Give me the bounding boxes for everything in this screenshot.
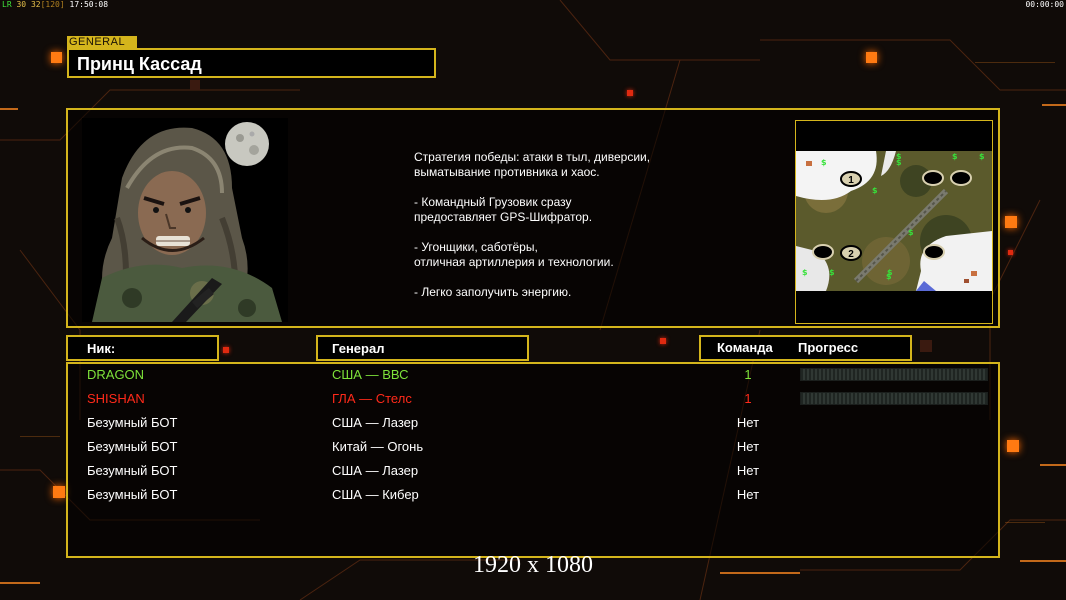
- column-team-label: Команда: [717, 340, 773, 355]
- hud-fps: 30: [16, 0, 27, 9]
- supply-dollar-icon: $: [896, 158, 902, 167]
- player-team: Нет: [736, 463, 760, 478]
- player-team: Нет: [736, 487, 760, 502]
- start-position-empty[interactable]: [950, 170, 972, 186]
- decor-square: [627, 90, 633, 96]
- minimap-image: 1 2 $ $ $ $ $ $ $ $ $ $ $: [796, 121, 992, 323]
- hud-stats: LR 30 32[120] 17:50:08: [2, 0, 108, 9]
- player-progress-bar: [800, 392, 988, 405]
- player-general: США — Лазер: [332, 463, 419, 478]
- decor-line: [20, 436, 60, 437]
- column-team-progress-header: Команда Прогресс: [699, 335, 912, 361]
- column-general-header: Генерал: [316, 335, 529, 361]
- decor-square: [190, 80, 200, 90]
- player-row[interactable]: Безумный БОТ США — Лазер Нет: [68, 459, 998, 483]
- decor-line: [975, 62, 1055, 63]
- hud-clock: 17:50:08: [69, 0, 109, 9]
- player-row[interactable]: Безумный БОТ США — Кибер Нет: [68, 483, 998, 507]
- start-position-empty[interactable]: [922, 170, 944, 186]
- hud-timer: 00:00:00: [1025, 0, 1064, 9]
- supply-dollar-icon: $: [829, 268, 835, 277]
- decor-square: [53, 486, 65, 498]
- column-general-label: Генерал: [332, 341, 385, 356]
- player-general: США — ВВС: [332, 367, 409, 382]
- decor-square: [866, 52, 877, 63]
- player-row[interactable]: DRAGON США — ВВС 1: [68, 363, 998, 387]
- hud-fps-2: 32: [30, 0, 41, 9]
- start-position-empty[interactable]: [812, 244, 834, 260]
- supply-dollar-icon: $: [872, 186, 878, 195]
- supply-dollar-icon: $: [821, 158, 827, 167]
- start-position-empty[interactable]: [923, 244, 945, 260]
- player-team: Нет: [736, 415, 760, 430]
- player-name: Безумный БОТ: [87, 415, 178, 430]
- player-general: США — Кибер: [332, 487, 419, 502]
- supply-dollar-icon: $: [979, 152, 985, 161]
- start-2-label: 2: [848, 249, 854, 260]
- player-team: 1: [744, 391, 752, 406]
- decor-line: [1042, 104, 1066, 106]
- minimap[interactable]: 1 2 $ $ $ $ $ $ $ $ $ $ $: [795, 120, 993, 324]
- general-name: Принц Кассад: [77, 54, 202, 74]
- player-name: DRAGON: [87, 367, 145, 382]
- player-row[interactable]: Безумный БОТ Китай — Огонь Нет: [68, 435, 998, 459]
- start-position-1[interactable]: 1: [840, 171, 862, 187]
- decor-square: [660, 338, 666, 344]
- player-team: 1: [744, 367, 752, 382]
- player-name: Безумный БОТ: [87, 439, 178, 454]
- start-position-2[interactable]: 2: [840, 245, 862, 261]
- player-name: Безумный БОТ: [87, 487, 178, 502]
- column-progress-label: Прогресс: [798, 340, 859, 355]
- resolution-label: 1920 x 1080: [473, 552, 593, 578]
- hud-fps-max: [120]: [40, 0, 65, 9]
- decor-line: [0, 582, 40, 584]
- player-general: ГЛА — Стелс: [332, 391, 412, 406]
- column-nick-label: Ник:: [87, 341, 116, 356]
- general-portrait: [82, 118, 288, 322]
- decor-line: [1005, 522, 1045, 523]
- decor-square: [920, 340, 932, 352]
- hud-tag: LR: [2, 0, 12, 9]
- player-general: Китай — Огонь: [332, 439, 424, 454]
- decor-line: [1040, 464, 1066, 466]
- player-name: Безумный БОТ: [87, 463, 178, 478]
- supply-dollar-icon: $: [952, 152, 958, 161]
- supply-dollar-icon: $: [886, 272, 892, 281]
- general-tag: GENERAL: [67, 36, 137, 48]
- decor-line: [0, 108, 18, 110]
- decor-square: [51, 52, 62, 63]
- moon-icon: [225, 122, 269, 166]
- player-progress-bar: [800, 368, 988, 381]
- column-nick-header: Ник:: [66, 335, 219, 361]
- decor-square: [1005, 216, 1017, 228]
- strategy-text: Стратегия победы: атаки в тыл, диверсии,…: [414, 150, 651, 299]
- start-1-label: 1: [848, 175, 854, 186]
- player-team: Нет: [736, 439, 760, 454]
- player-row[interactable]: SHISHAN ГЛА — Стелс 1: [68, 387, 998, 411]
- player-name: SHISHAN: [87, 391, 145, 406]
- player-row[interactable]: Безумный БОТ США — Лазер Нет: [68, 411, 998, 435]
- general-name-panel: Принц Кассад: [67, 48, 436, 78]
- supply-dollar-icon: $: [908, 228, 914, 237]
- supply-dollar-icon: $: [802, 268, 808, 277]
- general-info-panel: Стратегия победы: атаки в тыл, диверсии,…: [66, 108, 1000, 328]
- decor-square: [223, 347, 229, 353]
- decor-square: [1007, 440, 1019, 452]
- players-panel: DRAGON США — ВВС 1 SHISHAN ГЛА — Стелс 1 Безум…: [66, 362, 1000, 558]
- player-general: США — Лазер: [332, 415, 419, 430]
- portrait-image: [82, 118, 288, 322]
- decor-square: [1008, 250, 1013, 255]
